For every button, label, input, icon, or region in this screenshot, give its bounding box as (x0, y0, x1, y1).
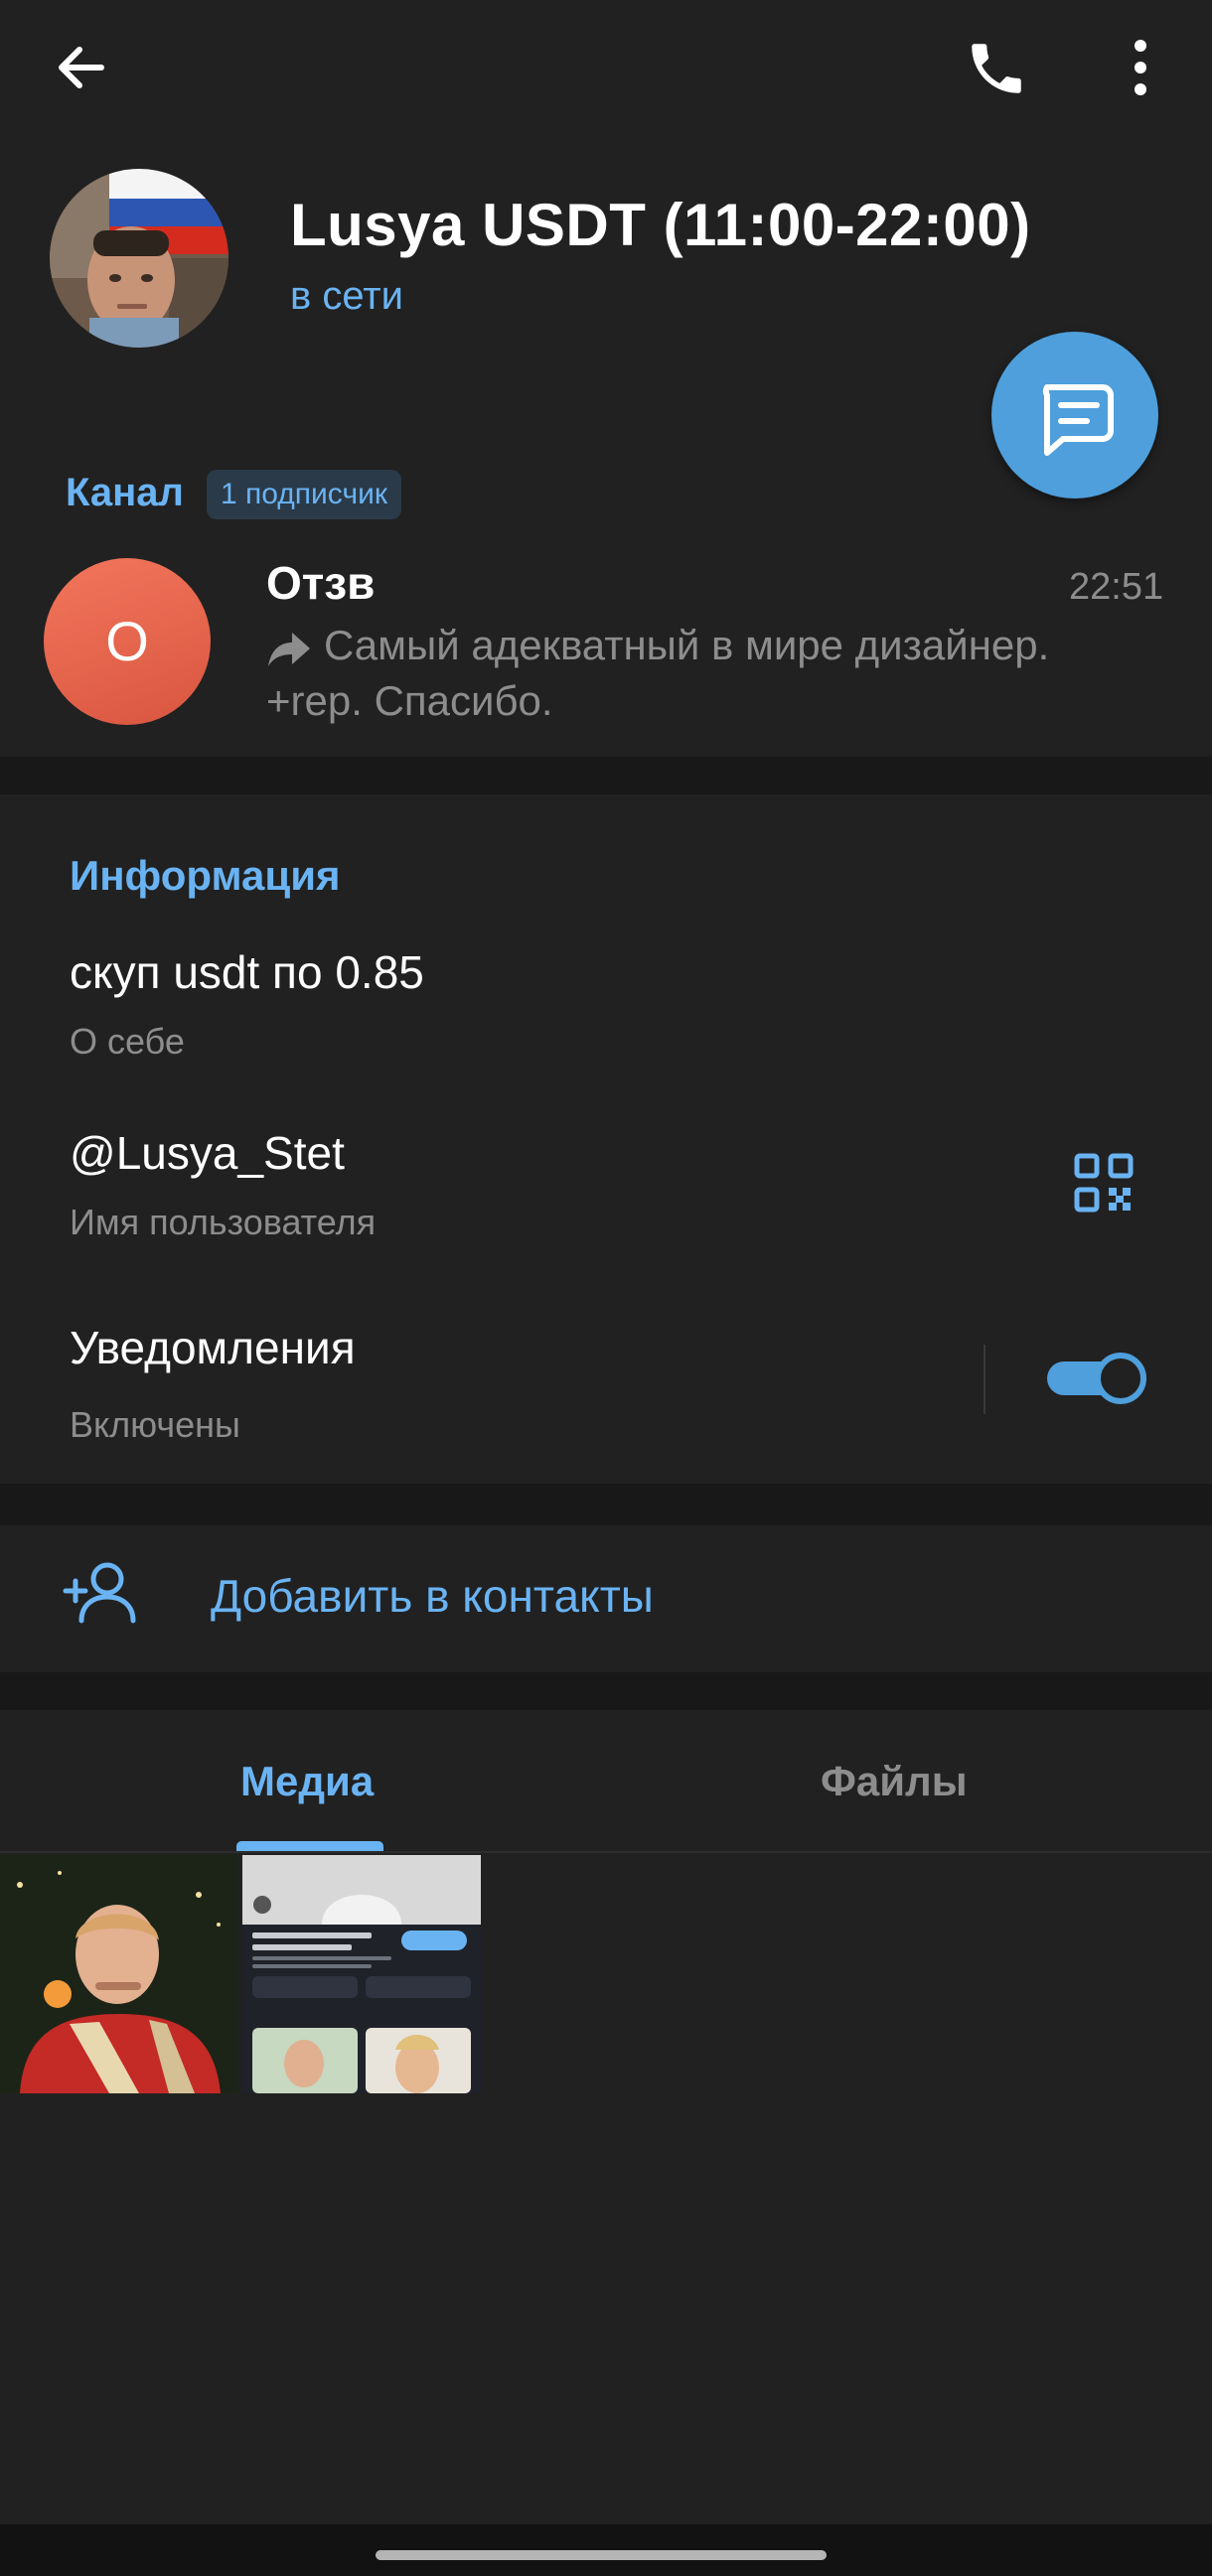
call-button[interactable] (964, 36, 1029, 101)
online-status: в сети (290, 274, 403, 318)
toggle-knob (1095, 1353, 1146, 1404)
channel-last-message-time: 22:51 (1069, 566, 1164, 608)
more-vertical-icon (1135, 40, 1146, 95)
more-menu-button[interactable] (1119, 36, 1162, 101)
profile-name: Lusya USDT (11:00-22:00) (290, 192, 1031, 258)
avatar-photo (50, 169, 228, 348)
info-section-title: Информация (70, 852, 341, 899)
forward-icon (268, 632, 310, 666)
tab-files[interactable]: Файлы (821, 1758, 968, 1805)
bio-text[interactable]: скуп usdt по 0.85 (70, 945, 424, 999)
qr-code-icon (1074, 1153, 1134, 1213)
media-screenshot (242, 1855, 481, 2093)
channel-label: Канал (66, 471, 184, 514)
profile-avatar[interactable] (50, 169, 228, 348)
shared-media-section (0, 1710, 1212, 2524)
notifications-status: Включены (70, 1404, 240, 1445)
arrow-left-icon (59, 47, 104, 88)
notifications-divider (984, 1345, 985, 1414)
qr-code-button[interactable] (1073, 1152, 1135, 1214)
media-photo (0, 1855, 238, 2093)
channel-last-message: Самый адекватный в мире дизайнер. +rep. … (266, 618, 1140, 729)
username-label: Имя пользователя (70, 1202, 377, 1242)
home-indicator[interactable] (376, 2550, 827, 2560)
back-button[interactable] (52, 38, 111, 97)
add-user-icon (62, 1559, 137, 1630)
add-contact-label: Добавить в контакты (211, 1570, 654, 1622)
subscriber-count-badge: 1 подписчик (207, 470, 401, 519)
message-icon (1042, 384, 1114, 456)
media-thumbnail[interactable] (0, 1855, 238, 2093)
notifications-label: Уведомления (70, 1322, 356, 1373)
phone-icon (972, 44, 1021, 93)
bio-label: О себе (70, 1021, 185, 1062)
channel-name: Отзв (266, 557, 376, 609)
media-thumbnail[interactable] (242, 1855, 481, 2093)
tab-media[interactable]: Медиа (240, 1758, 374, 1805)
send-message-button[interactable] (991, 332, 1158, 499)
channel-avatar: О (44, 558, 211, 725)
notifications-toggle[interactable] (1047, 1353, 1148, 1404)
channel-message-text: Самый адекватный в мире дизайнер. +rep. … (266, 622, 1050, 724)
username-text[interactable]: @Lusya_Stet (70, 1126, 345, 1180)
active-tab-indicator (236, 1841, 383, 1851)
tabs-divider (0, 1851, 1212, 1853)
